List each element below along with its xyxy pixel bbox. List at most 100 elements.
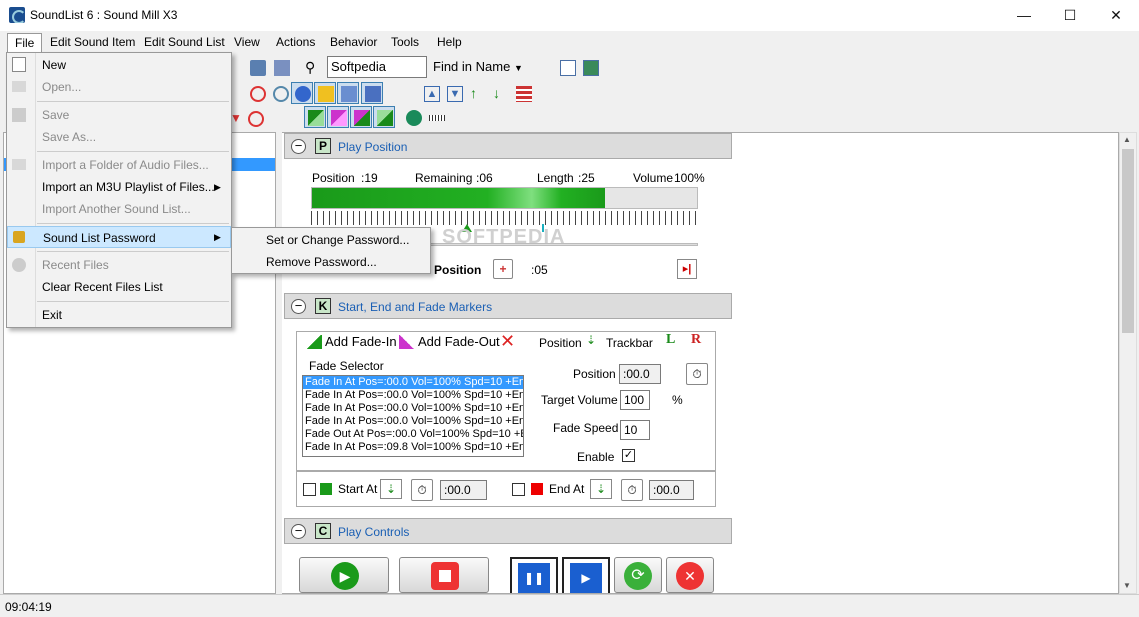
menu-item-clear-recent[interactable]: Clear Recent Files List [7,276,231,298]
pause-button[interactable]: ❚❚ [510,557,558,593]
fade-full-icon [377,110,393,126]
add-fade-in-button[interactable]: Add Fade-In [306,334,397,349]
cancel-button[interactable]: ✕ [666,557,714,593]
start-at-trackbar-button[interactable]: ⇣ [380,479,402,499]
collapse-icon[interactable]: − [291,299,306,314]
fade-position-timer-button[interactable]: ⏱ [686,363,708,385]
play-position-header[interactable]: − P Play Position [284,133,732,159]
trackbar-tab[interactable]: Trackbar [606,336,653,350]
ruler-button[interactable] [425,106,447,128]
left-align-icon[interactable]: L [666,332,675,348]
menu-tools[interactable]: Tools [384,33,426,52]
fade-mode-3-button[interactable] [350,106,372,128]
list-item[interactable]: Fade In At Pos=:09.8 Vol=100% Spd=10 +En… [303,441,523,454]
speaker-off-button[interactable] [244,107,266,129]
position-tab[interactable]: Position [539,336,582,350]
menu-view[interactable]: View [227,33,267,52]
percent-label: % [672,393,683,407]
list-item[interactable]: Fade Out At Pos=:00.0 Vol=100% Spd=10 +E… [303,428,523,441]
fade-markers-header[interactable]: − K Start, End and Fade Markers [284,293,732,319]
skip-end-button[interactable]: ▸| [677,259,697,279]
menu-actions[interactable]: Actions [269,33,322,52]
menu-help[interactable]: Help [430,33,469,52]
fade-mode-4-button[interactable] [373,106,395,128]
fade-speed-input[interactable]: 10 [620,420,650,440]
menu-item-set-password[interactable]: Set or Change Password... [232,229,430,251]
stopwatch-icon: ⏱ [692,367,702,381]
start-at-checkbox[interactable] [303,483,316,496]
add-fade-out-label: Add Fade-Out [418,334,500,349]
preview-view-button[interactable] [579,56,601,78]
monitor-button[interactable] [402,106,424,128]
fade-mode-1-button[interactable] [304,106,326,128]
link-button[interactable] [291,82,313,104]
close-button[interactable]: ✕ [1093,0,1139,31]
play-button[interactable]: ▶ [299,557,389,593]
add-fade-out-button[interactable]: Add Fade-Out [399,334,500,349]
menu-item-label: Open... [42,80,82,94]
block-button[interactable] [269,82,291,104]
menu-item-exit[interactable]: Exit [7,304,231,326]
collapse-icon[interactable]: − [291,524,306,539]
fade-position-input[interactable]: :00.0 [619,364,661,384]
pane-splitter[interactable] [277,132,281,594]
start-at-timer-button[interactable]: ⏱ [411,479,433,501]
collapse-icon[interactable]: − [291,139,306,154]
move-bottom-button[interactable]: ↓ [489,82,511,104]
scroll-up-icon[interactable]: ▲ [1123,135,1131,144]
section-title: Start, End and Fade Markers [338,300,493,314]
search-input[interactable]: Softpedia [327,56,427,78]
list-item[interactable]: Fade In At Pos=:00.0 Vol=100% Spd=10 +En… [303,402,523,415]
move-down-button[interactable]: ▼ [443,82,465,104]
enable-checkbox[interactable]: ✓ [622,449,635,462]
list-view-button[interactable] [246,56,268,78]
scroll-down-icon[interactable]: ▼ [1123,581,1131,590]
end-at-input[interactable]: :00.0 [649,480,694,500]
vertical-scrollbar[interactable]: ▲ ▼ [1119,132,1137,594]
menu-item-import-m3u[interactable]: Import an M3U Playlist of Files... ▶ [7,176,231,198]
add-mark-button[interactable]: + [493,259,513,279]
menu-item-remove-password[interactable]: Remove Password... [232,251,430,273]
list-item[interactable]: Fade In At Pos=:00.0 Vol=100% Spd=10 +En… [303,376,523,389]
move-up-button[interactable]: ▲ [420,82,442,104]
menu-item-new[interactable]: New [7,54,231,76]
move-top-button[interactable]: ↑ [466,82,488,104]
find-mode-select[interactable]: Find in Name ▼ [433,59,523,74]
menu-item-password[interactable]: Sound List Password ▶ [7,226,231,248]
details-view-button[interactable] [556,56,578,78]
volume-button[interactable] [314,82,336,104]
end-at-timer-button[interactable]: ⏱ [621,479,643,501]
menu-edit-sound-item[interactable]: Edit Sound Item [43,33,142,52]
stop-button[interactable] [399,557,489,593]
columns-dropdown[interactable] [270,56,292,78]
stop-sign-button[interactable] [246,82,268,104]
delete-fade-icon[interactable]: ✕ [500,331,515,352]
fade-out-icon [331,110,347,126]
target-volume-input[interactable]: 100 [620,390,650,410]
list-button[interactable] [512,82,534,104]
status-bar: 09:04:19 [0,594,1139,617]
fade-selector-list[interactable]: Fade In At Pos=:00.0 Vol=100% Spd=10 +En… [302,375,524,457]
list-item[interactable]: Fade In At Pos=:00.0 Vol=100% Spd=10 +En… [303,415,523,428]
start-at-input[interactable]: :00.0 [440,480,487,500]
resume-button[interactable]: ▶ [562,557,610,593]
minimize-button[interactable]: — [1001,0,1047,31]
menu-item-import-folder: Import a Folder of Audio Files... [7,154,231,176]
scroll-thumb[interactable] [1122,149,1134,333]
end-at-checkbox[interactable] [512,483,525,496]
end-at-trackbar-button[interactable]: ⇣ [590,479,612,499]
maximize-button[interactable]: ☐ [1047,0,1093,31]
fade-selector-label: Fade Selector [309,359,384,373]
right-align-icon[interactable]: R [691,332,701,348]
play-controls-header[interactable]: − C Play Controls [284,518,732,544]
menu-edit-sound-list[interactable]: Edit Sound List [137,33,232,52]
menu-file[interactable]: File [7,33,43,54]
fade-mode-2-button[interactable] [327,106,349,128]
save-icon [12,108,26,122]
stack-button[interactable] [361,82,383,104]
list-item[interactable]: Fade In At Pos=:00.0 Vol=100% Spd=10 +En… [303,389,523,402]
monitor-icon [406,110,422,126]
menu-behavior[interactable]: Behavior [323,33,384,52]
shuffle-button[interactable] [337,82,359,104]
repeat-button[interactable]: ⟳ [614,557,662,593]
